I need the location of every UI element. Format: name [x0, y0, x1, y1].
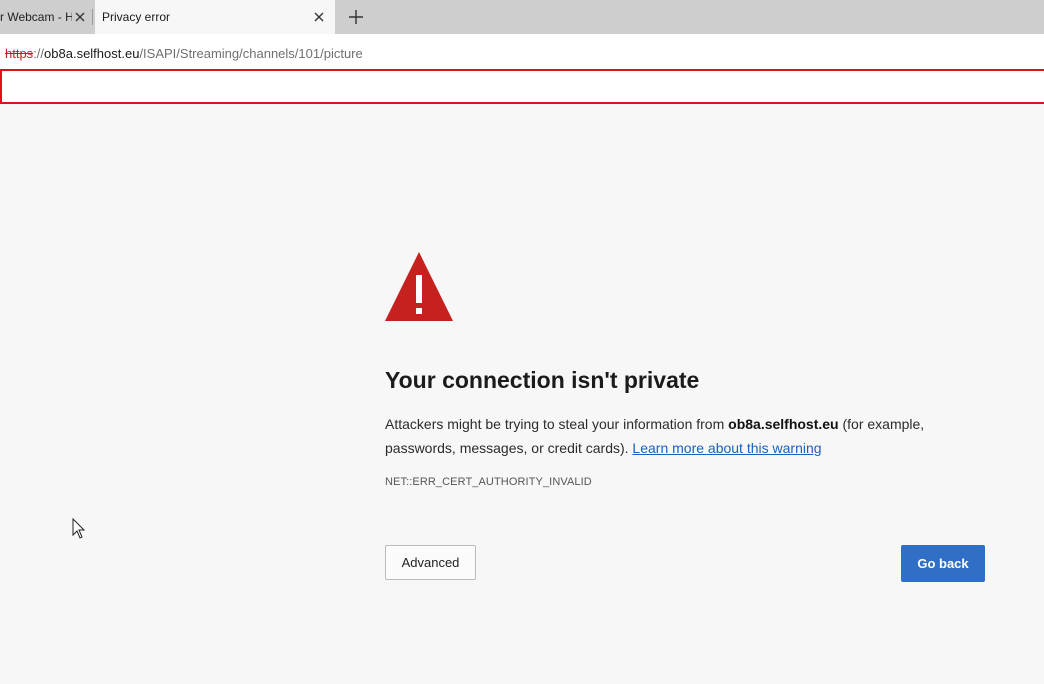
advanced-button[interactable]: Advanced [385, 545, 476, 580]
tab-title: Privacy error [102, 10, 171, 24]
tab-webcam[interactable]: r Webcam - H [0, 0, 92, 34]
learn-more-link[interactable]: Learn more about this warning [632, 440, 821, 456]
mouse-cursor-icon [72, 517, 86, 540]
tab-title: r Webcam - H [0, 10, 72, 24]
address-bar[interactable]: https://ob8a.selfhost.eu/ISAPI/Streaming… [0, 34, 1044, 69]
close-icon[interactable] [311, 9, 327, 25]
tab-strip: r Webcam - H Privacy error [0, 0, 1044, 34]
url-separator: :// [33, 46, 45, 61]
error-description: Attackers might be trying to steal your … [385, 412, 945, 460]
url-text[interactable]: https://ob8a.selfhost.eu/ISAPI/Streaming… [5, 46, 363, 61]
tab-separator [92, 9, 93, 25]
description-host: ob8a.selfhost.eu [728, 416, 839, 432]
close-icon[interactable] [72, 9, 88, 25]
plus-icon[interactable] [347, 8, 365, 26]
error-code: NET::ERR_CERT_AUTHORITY_INVALID [385, 476, 592, 488]
url-path: /ISAPI/Streaming/channels/101/picture [139, 46, 363, 61]
tab-privacy-error[interactable]: Privacy error [95, 0, 335, 34]
warning-triangle-icon [385, 251, 453, 321]
page-title: Your connection isn't private [385, 367, 700, 393]
url-host: ob8a.selfhost.eu [44, 46, 140, 61]
go-back-button[interactable]: Go back [901, 545, 985, 582]
description-text: Attackers might be trying to steal your … [385, 416, 729, 432]
url-scheme: https [5, 46, 34, 61]
find-input[interactable] [0, 69, 1044, 104]
